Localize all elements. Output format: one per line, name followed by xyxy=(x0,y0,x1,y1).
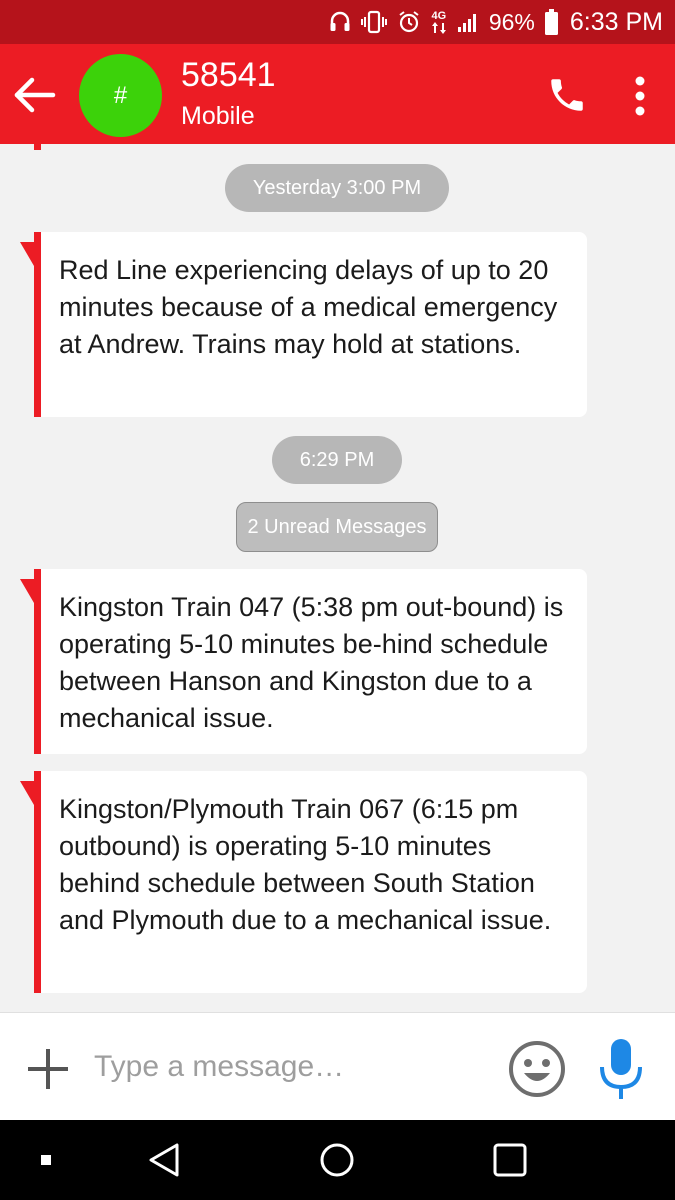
message-bubble[interactable]: Kingston/Plymouth Train 067 (6:15 pm out… xyxy=(20,771,587,993)
bubble-tail-icon xyxy=(20,781,34,805)
alarm-icon xyxy=(397,10,421,34)
unread-messages-divider: 2 Unread Messages xyxy=(236,502,438,552)
more-vert-icon xyxy=(635,76,645,116)
message-text: Red Line experiencing delays of up to 20… xyxy=(59,255,558,359)
message-bubble[interactable]: Red Line experiencing delays of up to 20… xyxy=(20,232,587,417)
recents-small-button[interactable] xyxy=(26,1140,66,1180)
recents-square-small-icon xyxy=(41,1155,51,1165)
back-arrow-icon xyxy=(14,77,56,113)
status-bar: 4G 96% 6:33 PM xyxy=(0,0,675,44)
nav-overview-button[interactable] xyxy=(490,1140,530,1180)
timestamp-divider: 6:29 PM xyxy=(272,436,402,484)
conversation-list[interactable]: Yesterday 3:00 PM Red Line experiencing … xyxy=(0,144,675,1012)
data-arrows-icon xyxy=(431,21,446,34)
add-attachment-button[interactable] xyxy=(24,1045,72,1093)
home-circle-icon xyxy=(320,1143,354,1177)
more-options-button[interactable] xyxy=(622,74,658,118)
bubble-tail-icon xyxy=(20,242,34,266)
battery-percent: 96% xyxy=(488,8,535,35)
message-composer xyxy=(0,1012,675,1120)
message-input[interactable] xyxy=(94,1043,494,1091)
back-triangle-icon xyxy=(149,1143,179,1177)
phone-icon xyxy=(551,79,583,111)
back-button[interactable] xyxy=(12,72,58,118)
network-type-indicator: 4G xyxy=(431,9,447,34)
message-text: Kingston Train 047 (5:38 pm out-bound) i… xyxy=(59,592,564,733)
status-icons: 4G 96% 6:33 PM xyxy=(329,0,663,44)
previous-message-edge xyxy=(34,144,41,150)
bubble-tail-icon xyxy=(20,579,34,603)
microphone-icon xyxy=(600,1039,642,1099)
nav-back-button[interactable] xyxy=(144,1140,184,1180)
overview-square-icon xyxy=(493,1143,527,1177)
add-icon xyxy=(28,1049,68,1089)
contact-name: 58541 xyxy=(181,56,276,94)
contact-type: Mobile xyxy=(181,102,255,130)
signal-icon xyxy=(457,11,479,33)
vibrate-icon xyxy=(360,10,387,34)
navigation-bar xyxy=(0,1120,675,1200)
emoji-icon xyxy=(509,1041,565,1097)
nav-home-button[interactable] xyxy=(317,1140,357,1180)
avatar-initial: # xyxy=(113,81,128,109)
avatar[interactable]: # xyxy=(79,54,162,137)
message-text: Kingston/Plymouth Train 067 (6:15 pm out… xyxy=(59,794,552,935)
timestamp-text: Yesterday 3:00 PM xyxy=(252,176,422,199)
battery-icon xyxy=(544,9,558,35)
headset-icon xyxy=(329,10,351,34)
emoji-button[interactable] xyxy=(507,1039,567,1099)
voice-input-button[interactable] xyxy=(598,1037,644,1101)
call-button[interactable] xyxy=(546,74,588,116)
clock: 6:33 PM xyxy=(569,7,663,36)
message-bubble[interactable]: Kingston Train 047 (5:38 pm out-bound) i… xyxy=(20,569,587,754)
timestamp-divider: Yesterday 3:00 PM xyxy=(225,164,449,212)
network-label: 4G xyxy=(431,9,447,22)
conversation-app-bar: # 58541 Mobile xyxy=(0,44,675,144)
timestamp-text: 6:29 PM xyxy=(299,448,375,471)
unread-count-text: 2 Unread Messages xyxy=(247,515,427,538)
